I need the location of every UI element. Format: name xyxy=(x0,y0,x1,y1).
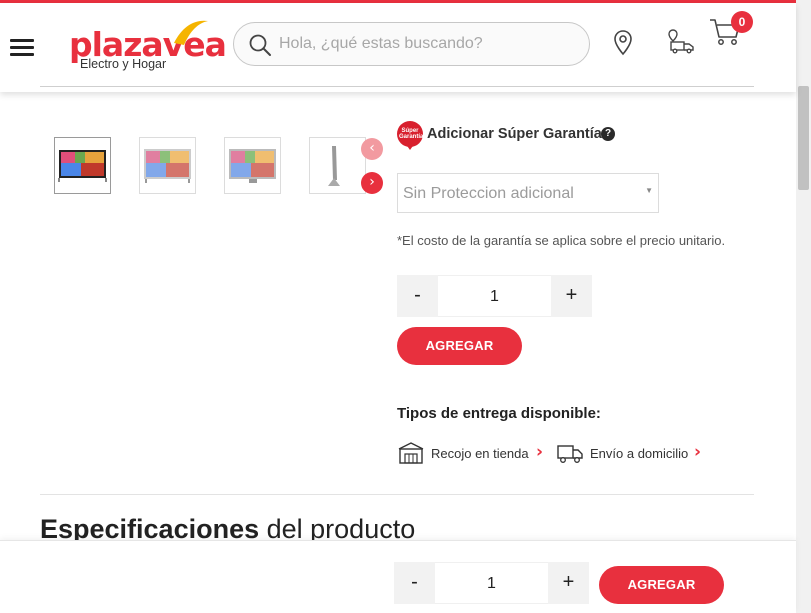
sticky-add-to-cart-bar: - 1 + AGREGAR xyxy=(0,540,796,613)
delivery-tracking-icon[interactable] xyxy=(667,28,695,54)
sticky-quantity-decrease-button[interactable]: - xyxy=(394,562,435,604)
chevron-down-icon: ▼ xyxy=(645,186,653,195)
badge-text: Súper Garantía xyxy=(399,128,424,140)
sticky-quantity-value[interactable]: 1 xyxy=(435,562,548,604)
warranty-note: *El costo de la garantía se aplica sobre… xyxy=(397,233,726,248)
delivery-option-home-delivery[interactable]: Envío a domicilio › xyxy=(556,440,706,466)
delivery-title: Tipos de entrega disponible: xyxy=(397,405,601,422)
sticky-add-to-cart-button[interactable]: AGREGAR xyxy=(599,566,724,604)
carousel-next-button[interactable]: › xyxy=(361,172,383,194)
logo-swoosh-icon xyxy=(174,20,208,45)
delivery-truck-icon xyxy=(557,445,583,463)
scrollbar-thumb[interactable] xyxy=(798,86,809,190)
thumbnail-3[interactable] xyxy=(224,137,281,194)
thumbnail-1[interactable] xyxy=(54,137,111,194)
header-divider xyxy=(40,86,754,87)
search-input[interactable] xyxy=(279,31,569,57)
tv-side-thumbnail-icon xyxy=(328,146,340,186)
help-icon[interactable]: ? xyxy=(601,127,615,141)
location-pin-icon[interactable] xyxy=(613,30,633,56)
tv-front-thumbnail-icon xyxy=(229,149,276,183)
warranty-select[interactable]: Sin Proteccion adicional ▼ xyxy=(397,173,659,213)
tv-front-thumbnail-icon xyxy=(144,149,191,183)
quantity-stepper: - 1 + xyxy=(397,275,592,317)
thumbnail-4[interactable] xyxy=(309,137,366,194)
badge-tail xyxy=(405,143,415,150)
quantity-increase-button[interactable]: + xyxy=(551,275,592,317)
chevron-right-icon: › xyxy=(694,442,702,462)
site-header: plazavea Electro y Hogar Hola, ¿qué esta… xyxy=(0,3,796,92)
quantity-value[interactable]: 1 xyxy=(438,275,551,317)
thumbnail-2[interactable] xyxy=(139,137,196,194)
search-bar[interactable] xyxy=(233,22,590,66)
logo-subtitle: Electro y Hogar xyxy=(80,57,167,71)
warranty-title: Adicionar Súper Garantía xyxy=(427,126,602,142)
chevron-right-icon: › xyxy=(536,442,544,462)
delivery-option-store-pickup[interactable]: Recojo en tienda › xyxy=(397,440,547,466)
delivery-option-label: Envío a domicilio xyxy=(590,446,689,461)
product-page: plazavea Electro y Hogar Hola, ¿qué esta… xyxy=(0,0,811,613)
sticky-quantity-increase-button[interactable]: + xyxy=(548,562,589,604)
store-icon xyxy=(398,442,424,464)
section-divider xyxy=(40,494,754,495)
menu-icon[interactable] xyxy=(10,39,34,57)
tv-front-thumbnail-icon xyxy=(58,150,107,182)
cart-count-badge: 0 xyxy=(731,11,753,33)
delivery-option-label: Recojo en tienda xyxy=(431,446,529,461)
page-scrollbar[interactable] xyxy=(796,0,811,613)
carousel-prev-button[interactable]: ‹ xyxy=(361,138,383,160)
add-to-cart-button[interactable]: AGREGAR xyxy=(397,327,522,365)
warranty-select-value: Sin Proteccion adicional xyxy=(403,185,574,202)
sticky-quantity-stepper: - 1 + xyxy=(394,562,589,604)
quantity-decrease-button[interactable]: - xyxy=(397,275,438,317)
search-icon[interactable] xyxy=(248,33,272,57)
plazavea-logo[interactable]: plazavea Electro y Hogar xyxy=(66,15,227,73)
